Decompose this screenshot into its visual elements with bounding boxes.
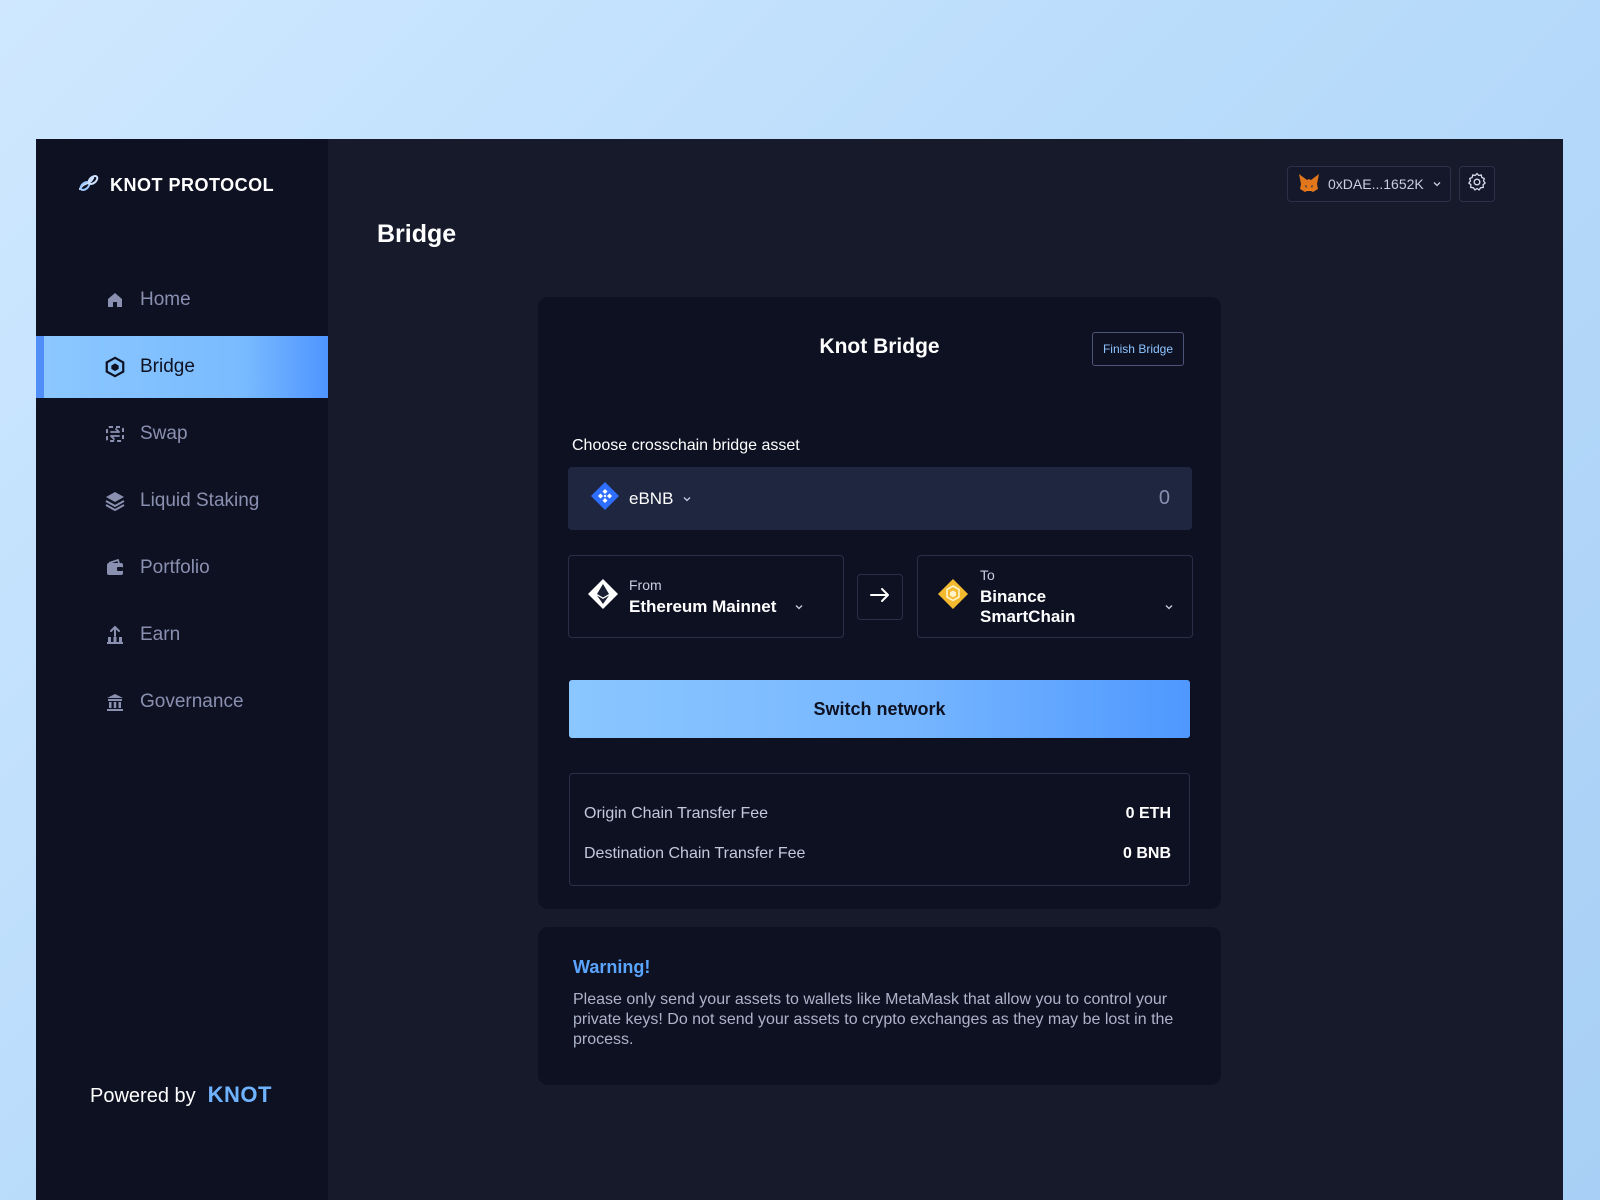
powered-by: Powered by KNOT: [90, 1082, 272, 1108]
asset-amount-input[interactable]: [1050, 487, 1170, 510]
warning-card: Warning! Please only send your assets to…: [538, 927, 1221, 1085]
warning-text: Please only send your assets to wallets …: [573, 991, 1174, 1048]
to-chain-text: To Binance SmartChain: [980, 567, 1174, 627]
sidebar-item-governance[interactable]: Governance: [36, 671, 328, 733]
main-content: 0xDAE...1652K Bridge Knot Bridge Finish …: [328, 139, 1563, 1200]
fee-label: Origin Chain Transfer Fee: [584, 805, 769, 822]
to-chain-name: Binance SmartChain: [980, 587, 1174, 627]
sidebar-item-label: Earn: [140, 624, 181, 645]
from-label: From: [629, 576, 662, 593]
wallet-address: 0xDAE...1652K: [1328, 176, 1424, 192]
brand-logo[interactable]: KNOT PROTOCOL: [76, 172, 274, 199]
fee-row: Destination Chain Transfer Fee 0 BNB: [584, 834, 1171, 874]
fee-label: Destination Chain Transfer Fee: [584, 845, 806, 862]
topbar: 0xDAE...1652K: [1287, 166, 1495, 202]
chevron-down-icon: [682, 489, 692, 509]
settings-button[interactable]: [1459, 166, 1495, 202]
chevron-down-icon: [1164, 597, 1174, 617]
from-chain-name-text: Ethereum Mainnet: [629, 596, 777, 616]
fee-summary: Origin Chain Transfer Fee 0 ETH Destinat…: [569, 773, 1190, 886]
fee-value: 0 ETH: [1125, 805, 1171, 822]
page-title: Bridge: [377, 220, 457, 248]
brand-name: KNOT PROTOCOL: [110, 175, 275, 195]
asset-select[interactable]: eBNB: [590, 481, 692, 516]
sidebar-item-bridge[interactable]: Bridge: [36, 336, 328, 398]
powered-by-label: Powered by: [90, 1085, 196, 1107]
chevron-down-icon: [1432, 176, 1442, 192]
switch-network-button[interactable]: Switch network: [569, 680, 1190, 738]
sidebar-item-earn[interactable]: Earn: [36, 604, 328, 666]
bridge-card: Knot Bridge Finish Bridge Choose crossch…: [538, 297, 1221, 909]
sidebar-item-label: Portfolio: [140, 557, 210, 578]
app-window: KNOT PROTOCOL Home Bridge Swap Liquid St…: [36, 139, 1563, 1200]
sidebar-item-label: Bridge: [140, 356, 195, 377]
chevron-down-icon: [794, 597, 804, 617]
home-icon: [104, 289, 126, 311]
powered-by-brand[interactable]: KNOT: [208, 1082, 272, 1108]
ethereum-icon: [587, 578, 619, 615]
sidebar-item-portfolio[interactable]: Portfolio: [36, 537, 328, 599]
layers-icon: [104, 490, 126, 512]
gear-icon: [1467, 172, 1487, 197]
warning-title: Warning!: [573, 957, 651, 977]
asset-symbol: eBNB: [629, 488, 674, 508]
swap-icon: [104, 423, 126, 445]
sidebar-item-liquid-staking[interactable]: Liquid Staking: [36, 470, 328, 532]
to-chain-name-text: Binance SmartChain: [980, 586, 1076, 626]
finish-bridge-button[interactable]: Finish Bridge: [1091, 332, 1184, 366]
sidebar-item-swap[interactable]: Swap: [36, 403, 328, 465]
ebnb-icon: [590, 481, 620, 516]
sidebar-item-label: Swap: [140, 423, 188, 444]
sidebar-nav: Home Bridge Swap Liquid Staking Portfoli…: [36, 269, 328, 738]
sidebar-item-home[interactable]: Home: [36, 269, 328, 331]
knot-logo-icon: [76, 172, 102, 199]
fee-value: 0 BNB: [1122, 845, 1171, 862]
sidebar-item-label: Governance: [140, 691, 244, 712]
sidebar-item-label: Liquid Staking: [140, 490, 260, 511]
sidebar-item-label: Home: [140, 289, 191, 310]
asset-input-box: eBNB: [568, 467, 1192, 530]
swap-direction-button[interactable]: [857, 574, 903, 620]
arrow-right-icon: [869, 587, 891, 608]
wallet-button[interactable]: 0xDAE...1652K: [1287, 166, 1451, 202]
wallet-icon: [104, 557, 126, 579]
bank-icon: [104, 691, 126, 713]
from-chain-text: From Ethereum Mainnet: [629, 577, 804, 617]
from-chain-select[interactable]: From Ethereum Mainnet: [568, 555, 844, 638]
bridge-icon: [104, 356, 126, 378]
metamask-fox-icon: [1298, 173, 1320, 196]
asset-label: Choose crosschain bridge asset: [572, 437, 800, 454]
to-chain-select[interactable]: To Binance SmartChain: [917, 555, 1193, 638]
fee-row: Origin Chain Transfer Fee 0 ETH: [584, 794, 1171, 834]
sidebar: KNOT PROTOCOL Home Bridge Swap Liquid St…: [36, 139, 328, 1200]
earn-icon: [104, 624, 126, 646]
from-chain-name: Ethereum Mainnet: [629, 597, 804, 617]
to-label: To: [980, 566, 995, 583]
bnb-icon: [936, 577, 970, 616]
